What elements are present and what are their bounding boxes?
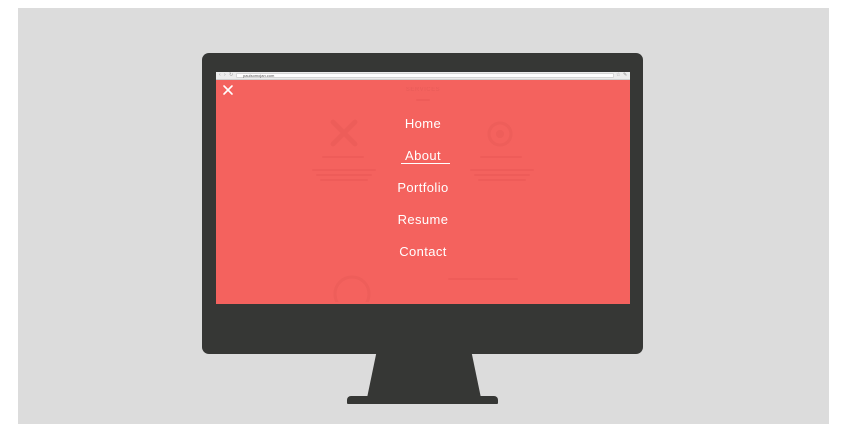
- background-text-line: [470, 169, 534, 171]
- menu-item-contact[interactable]: Contact: [216, 243, 630, 261]
- menu-item-label: Home: [404, 116, 442, 131]
- background-divider: [416, 99, 430, 101]
- monitor-screen: ‹ › ↻ paulsomojan.com ☆ ✎ SERVICES Home …: [216, 72, 630, 304]
- url-field[interactable]: paulsomojan.com: [236, 73, 614, 78]
- forward-arrow-icon[interactable]: ›: [224, 73, 226, 78]
- monitor-stand-neck: [367, 354, 481, 398]
- menu-item-portfolio[interactable]: Portfolio: [216, 179, 630, 197]
- browser-toolbar: ‹ › ↻ paulsomojan.com ☆ ✎: [216, 72, 630, 80]
- reload-icon[interactable]: ↻: [229, 73, 233, 78]
- wrench-icon[interactable]: ✎: [623, 73, 627, 78]
- background-text-line: [474, 174, 530, 176]
- close-icon[interactable]: [222, 84, 234, 96]
- menu-item-home[interactable]: Home: [216, 115, 630, 133]
- url-text: paulsomojan.com: [243, 73, 275, 78]
- back-arrow-icon[interactable]: ‹: [219, 73, 221, 78]
- background-section-heading: SERVICES: [405, 87, 441, 93]
- menu-item-resume[interactable]: Resume: [216, 211, 630, 229]
- background-text-line: [312, 169, 376, 171]
- menu-item-label: Resume: [397, 212, 449, 227]
- active-item-underline: [401, 163, 450, 164]
- menu-item-label: Portfolio: [397, 180, 449, 195]
- monitor-stand-base: [347, 396, 498, 404]
- menu-item-label: Contact: [399, 244, 447, 259]
- background-text-line: [448, 278, 518, 280]
- background-circle-icon: [333, 275, 371, 302]
- star-icon[interactable]: ☆: [616, 73, 620, 78]
- background-text-line: [316, 174, 372, 176]
